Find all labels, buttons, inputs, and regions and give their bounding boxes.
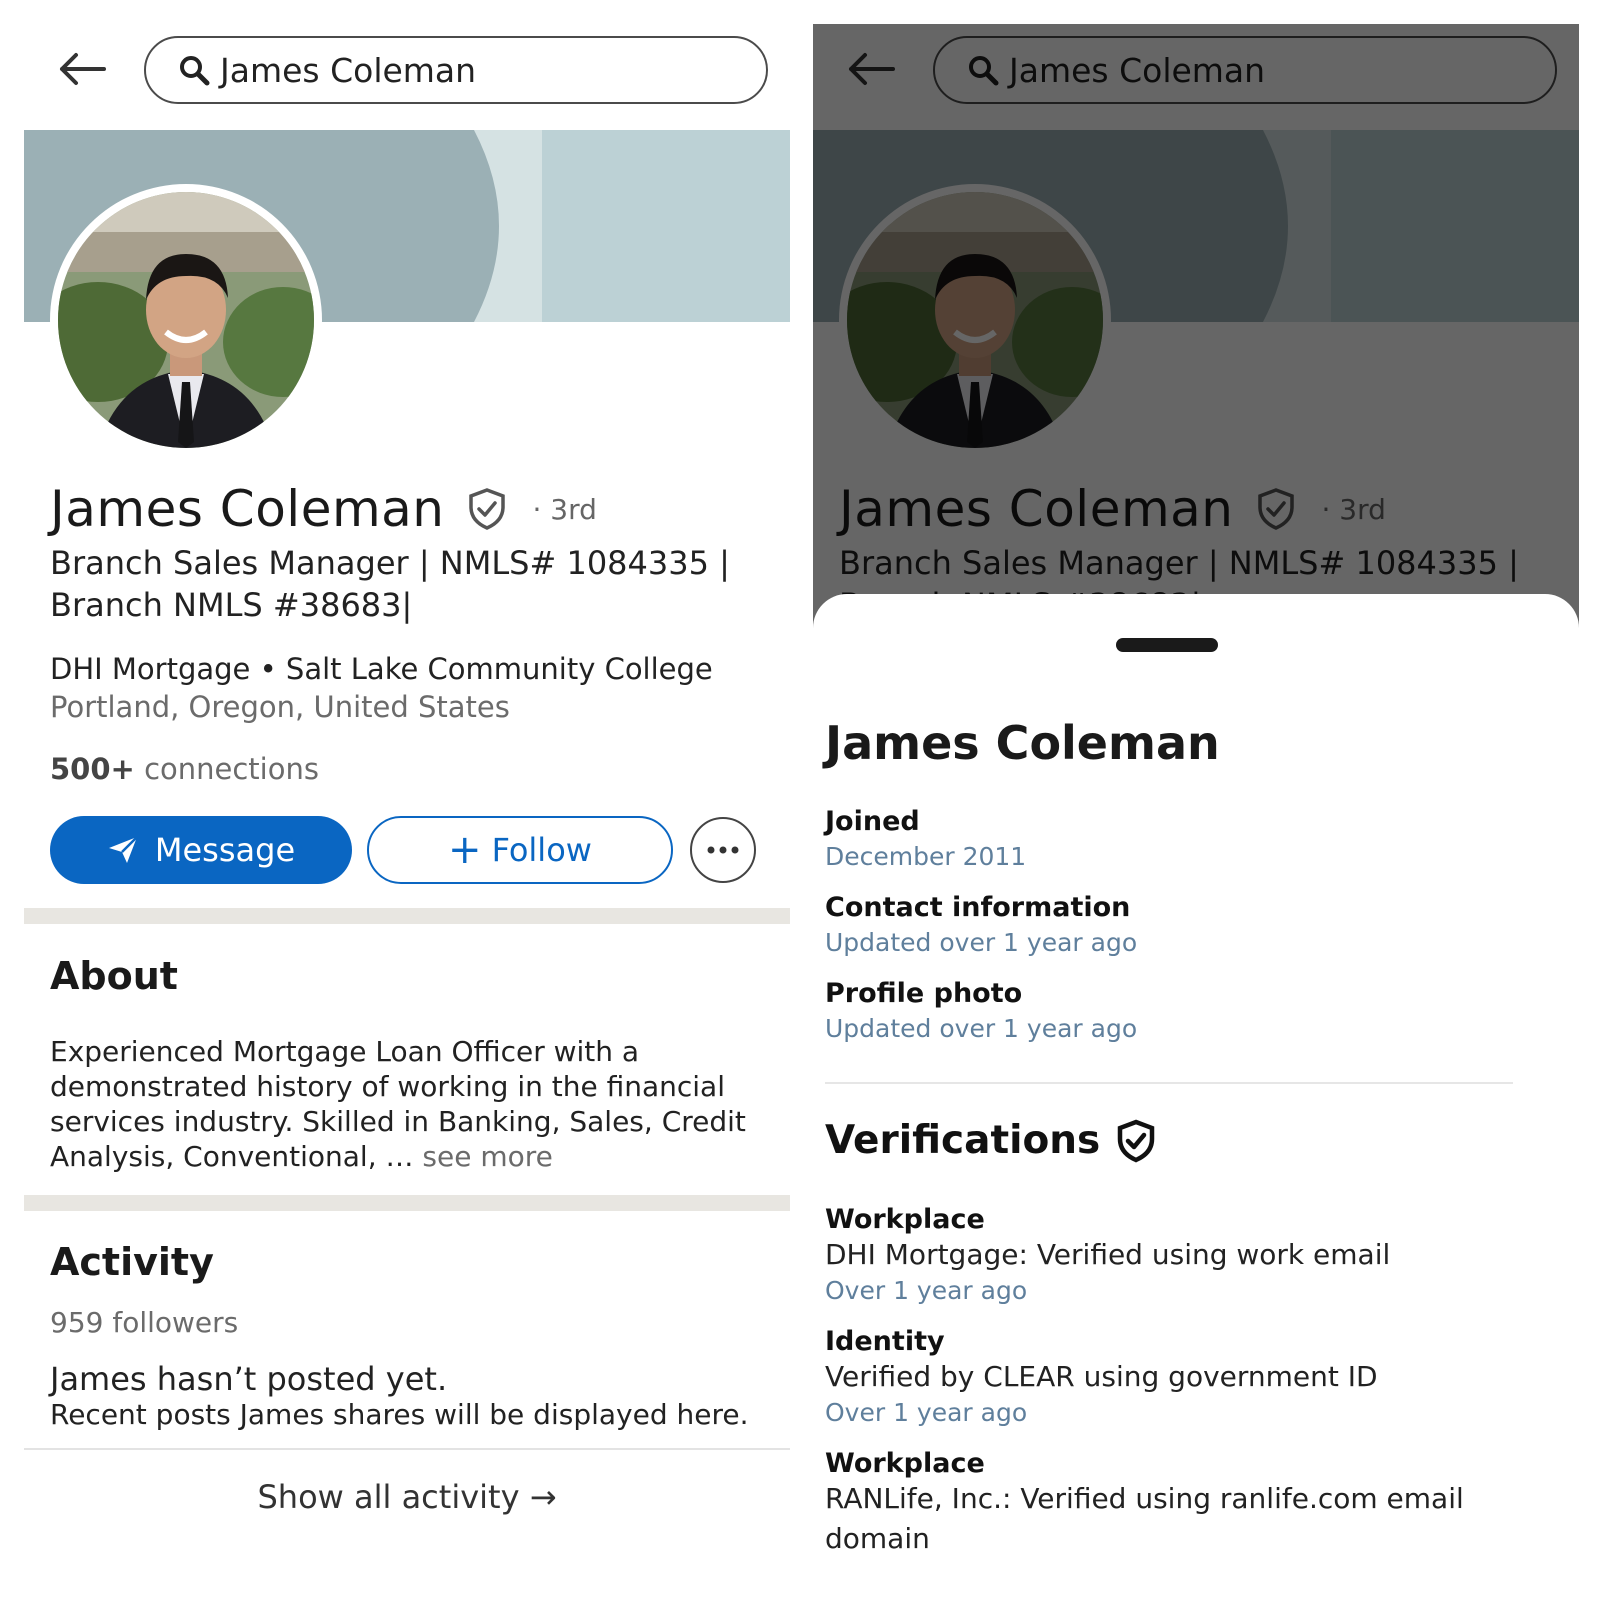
verification-label: Workplace [825, 1448, 985, 1479]
section-divider [24, 908, 790, 924]
message-button-label: Message [154, 831, 296, 869]
section-divider [24, 1195, 790, 1211]
connections-label: connections [144, 752, 319, 786]
activity-title: Activity [50, 1240, 214, 1284]
profile-screen: James Coleman James Coleman · 3rd Branch… [24, 24, 790, 1574]
joined-value: December 2011 [825, 842, 1027, 871]
profile-location: Portland, Oregon, United States [50, 690, 510, 724]
activity-empty-title: James hasn’t posted yet. [50, 1360, 448, 1398]
headline-line-1: Branch Sales Manager | NMLS# 1084335 | [50, 544, 730, 582]
sheet-drag-handle[interactable] [1116, 638, 1218, 652]
profile-photo-value: Updated over 1 year ago [825, 1014, 1138, 1043]
profile-headline: Branch Sales Manager | NMLS# 1084335 | B… [50, 542, 770, 626]
see-more-link[interactable]: see more [422, 1140, 552, 1173]
follow-button[interactable]: + Follow [367, 816, 673, 884]
follow-button-label: Follow [491, 831, 592, 869]
verifications-heading: Verifications [825, 1118, 1158, 1163]
search-input[interactable]: James Coleman [144, 36, 768, 104]
headline-line-2: Branch NMLS #38683| [50, 586, 413, 624]
followers-count: 959 followers [50, 1306, 239, 1339]
about-title: About [50, 954, 178, 998]
search-icon [178, 53, 212, 87]
profile-screen-with-sheet: James Coleman Joined December 2011 Conta… [813, 24, 1579, 1574]
activity-empty-subtitle: Recent posts James shares will be displa… [50, 1398, 749, 1431]
about-body: Experienced Mortgage Loan Officer with a… [50, 1035, 746, 1173]
about-profile-sheet: James Coleman Joined December 2011 Conta… [813, 594, 1579, 1574]
verification-label: Identity [825, 1326, 945, 1357]
back-button[interactable] [54, 46, 110, 92]
verification-value: Verified by CLEAR using government ID [825, 1360, 1378, 1393]
verification-label: Workplace [825, 1204, 985, 1235]
activity-divider [24, 1448, 790, 1450]
verification-time: Over 1 year ago [825, 1276, 1028, 1305]
contact-info-label[interactable]: Contact information [825, 892, 1130, 923]
more-button[interactable] [690, 817, 756, 883]
message-button[interactable]: Message [50, 816, 352, 884]
more-icon [707, 846, 739, 854]
profile-name-row: James Coleman · 3rd [50, 480, 597, 538]
verification-value-cont: domain [825, 1522, 930, 1555]
avatar-photo [58, 192, 314, 448]
profile-connections[interactable]: 500+ connections [50, 752, 319, 786]
verification-value: DHI Mortgage: Verified using work email [825, 1238, 1391, 1271]
verified-shield-icon[interactable] [467, 487, 511, 531]
search-query: James Coleman [220, 50, 477, 90]
show-all-activity-link[interactable]: Show all activity → [24, 1478, 790, 1516]
profile-photo-label: Profile photo [825, 978, 1023, 1009]
verified-shield-icon [1116, 1119, 1158, 1162]
profile-name: James Coleman [50, 480, 445, 538]
sheet-divider [825, 1082, 1513, 1084]
profile-avatar[interactable] [50, 184, 322, 456]
sheet-profile-name: James Coleman [825, 716, 1220, 770]
top-bar: James Coleman [24, 24, 790, 130]
contact-info-value: Updated over 1 year ago [825, 928, 1138, 957]
plus-icon: + [448, 827, 482, 873]
back-arrow-icon [60, 53, 106, 85]
joined-label: Joined [825, 806, 920, 837]
connection-degree: · 3rd [532, 492, 597, 526]
verification-value: RANLife, Inc.: Verified using ranlife.co… [825, 1482, 1464, 1515]
send-icon [107, 835, 139, 865]
connections-count: 500+ [50, 752, 135, 786]
profile-work[interactable]: DHI Mortgage • Salt Lake Community Colle… [50, 652, 713, 686]
verification-time: Over 1 year ago [825, 1398, 1028, 1427]
about-text: Experienced Mortgage Loan Officer with a… [50, 1034, 780, 1174]
verifications-title: Verifications [825, 1118, 1101, 1163]
